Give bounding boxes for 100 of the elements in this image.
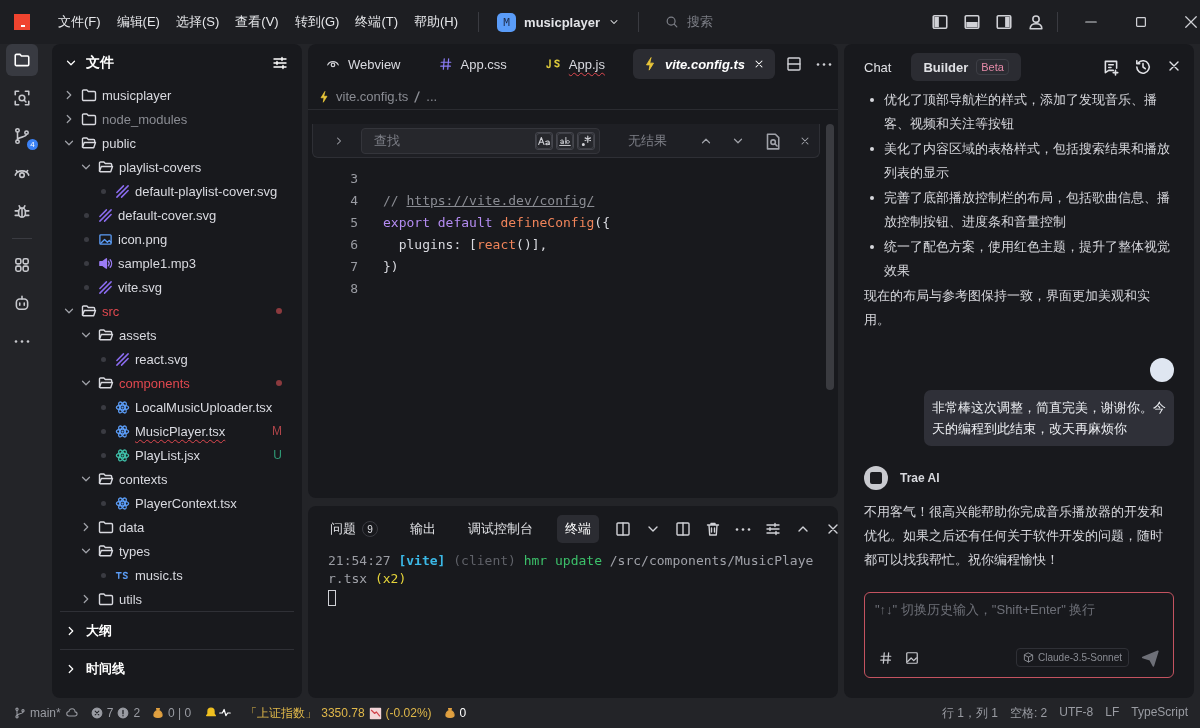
file-name: react.svg: [135, 351, 189, 367]
extensions-icon: [13, 256, 31, 274]
account-icon[interactable]: [1026, 13, 1045, 31]
folder-row[interactable]: components: [52, 371, 302, 395]
app-logo: [14, 14, 30, 30]
file-name: vite.svg: [118, 279, 164, 295]
folder-row[interactable]: contexts: [52, 467, 302, 491]
panel-tab[interactable]: 调试控制台: [460, 515, 541, 543]
breadcrumb-item[interactable]: ...: [426, 89, 438, 104]
folder-row[interactable]: playlist-covers: [52, 155, 302, 179]
find-field[interactable]: 查找: [361, 127, 600, 154]
folder-row[interactable]: src: [52, 299, 302, 323]
file-row[interactable]: sample1.mp3: [52, 251, 302, 275]
menu-item[interactable]: 查看(V): [227, 9, 287, 35]
split-terminal-icon[interactable]: [615, 521, 631, 537]
match-case-icon[interactable]: [534, 131, 553, 150]
editor-tab[interactable]: App.js: [534, 49, 615, 79]
error-icon: [90, 707, 103, 719]
hash-icon: [438, 57, 453, 71]
bug-icon: [13, 203, 31, 221]
search-icon: [664, 15, 679, 29]
search-field[interactable]: 搜索: [650, 13, 931, 31]
folder-row[interactable]: assets: [52, 323, 302, 347]
split-icon[interactable]: [675, 521, 691, 537]
whole-word-icon[interactable]: [555, 131, 574, 150]
file-row[interactable]: PlayerContext.tsx: [52, 491, 302, 515]
menu-item[interactable]: 终端(T): [347, 9, 407, 35]
bullet-icon: [870, 245, 874, 249]
branch-icon: [13, 127, 31, 145]
send-icon[interactable]: [1141, 648, 1159, 667]
bottom-panel-toggle-icon[interactable]: [962, 13, 981, 31]
status-item[interactable]: UTF-8: [1059, 704, 1094, 722]
file-row[interactable]: default-playlist-cover.svg: [52, 179, 302, 203]
project-switcher[interactable]: M musicplayer: [491, 8, 626, 36]
user-avatar: [1150, 358, 1174, 382]
folder-row[interactable]: utils: [52, 587, 302, 611]
folder-row[interactable]: public: [52, 131, 302, 155]
section-header[interactable]: 大纲: [60, 611, 294, 649]
coin-counter[interactable]: 0: [443, 706, 467, 720]
chat-input[interactable]: "↑↓" 切换历史输入，"Shift+Enter" 换行 Claude-3.5-Sonnet: [864, 592, 1174, 678]
chat-tab[interactable]: Chat: [852, 53, 904, 81]
line-number: 6: [349, 236, 358, 252]
section-header[interactable]: 时间线: [60, 649, 294, 687]
filter-icon[interactable]: [272, 55, 288, 71]
new-chat-icon[interactable]: [1102, 58, 1120, 76]
left-panel-toggle-icon[interactable]: [930, 13, 949, 31]
menu-item[interactable]: 转到(G): [286, 9, 348, 35]
file-row[interactable]: MusicPlayer.tsx M: [52, 419, 302, 443]
problems-indicator[interactable]: 7 2: [90, 706, 141, 720]
split-editor-icon[interactable]: [786, 56, 802, 72]
money-bag-icon: [443, 707, 456, 719]
image-icon[interactable]: [905, 650, 919, 665]
search-icon: [13, 89, 31, 107]
menu-item[interactable]: 帮助(H): [406, 9, 467, 35]
stock-index[interactable]: 「上证指数」 3350.78 (-0.02%): [245, 704, 432, 722]
branch-indicator[interactable]: main*: [14, 706, 79, 720]
file-row[interactable]: vite.svg: [52, 275, 302, 299]
folder-row[interactable]: types: [52, 539, 302, 563]
menu-item[interactable]: 编辑(E): [108, 9, 168, 35]
hash-icon[interactable]: [879, 650, 893, 665]
status-item[interactable]: TypeScript: [1131, 704, 1188, 722]
status-item[interactable]: 空格: 2: [1009, 704, 1048, 722]
status-item[interactable]: LF: [1105, 704, 1120, 722]
folder-row[interactable]: musicplayer: [52, 83, 302, 107]
menu-item[interactable]: 文件(F): [50, 9, 109, 35]
activity-button[interactable]: [6, 44, 38, 76]
file-row[interactable]: LocalMusicUploader.tsx: [52, 395, 302, 419]
chat-tab[interactable]: Builder Beta: [911, 53, 1021, 81]
more-icon[interactable]: [816, 61, 832, 67]
trash-icon[interactable]: [705, 521, 721, 537]
files-icon: [13, 51, 31, 69]
editor-tab[interactable]: App.css: [428, 49, 517, 79]
activity-button[interactable]: 4: [6, 120, 38, 152]
file-row[interactable]: react.svg: [52, 347, 302, 371]
ports-indicator[interactable]: 0 | 0: [152, 706, 192, 720]
sliders-icon[interactable]: [765, 521, 781, 537]
history-icon[interactable]: [1134, 58, 1152, 76]
regex-icon[interactable]: [576, 131, 595, 150]
folder-row[interactable]: node_modules: [52, 107, 302, 131]
editor-tab[interactable]: Webview: [316, 49, 411, 79]
folder-row[interactable]: data: [52, 515, 302, 539]
maximize-icon[interactable]: [1133, 15, 1148, 29]
editor-tab[interactable]: vite.config.ts: [632, 49, 776, 79]
code-line: plugins: [react()],: [397, 236, 548, 252]
panel-tab[interactable]: 输出: [402, 515, 444, 543]
file-row[interactable]: icon.png: [52, 227, 302, 251]
git-status: U: [273, 448, 282, 462]
folder-icon: [98, 591, 114, 607]
model-selector[interactable]: Claude-3.5-Sonnet: [1016, 648, 1129, 667]
close-icon[interactable]: [1183, 15, 1198, 29]
breadcrumb-item[interactable]: vite.config.ts: [336, 89, 409, 104]
file-row[interactable]: PlayList.jsx U: [52, 443, 302, 467]
menu-item[interactable]: 选择(S): [167, 9, 228, 35]
file-row[interactable]: music.ts: [52, 563, 302, 587]
panel-tab[interactable]: 终端: [557, 515, 599, 543]
status-item[interactable]: 行 1，列 1: [941, 704, 998, 722]
file-row[interactable]: default-cover.svg: [52, 203, 302, 227]
more-icon[interactable]: [735, 526, 751, 532]
panel-tab[interactable]: 问题 9: [322, 515, 386, 543]
right-panel-toggle-icon[interactable]: [994, 13, 1013, 31]
